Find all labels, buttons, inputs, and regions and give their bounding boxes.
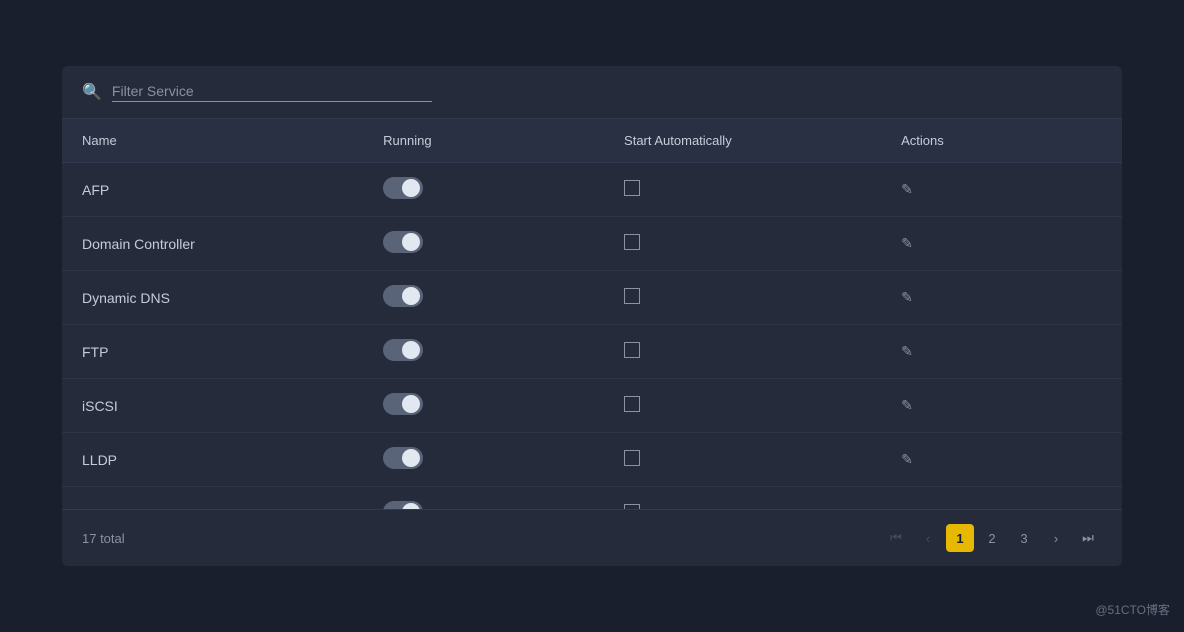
service-running-cell bbox=[363, 217, 604, 271]
toggle-thumb bbox=[402, 395, 420, 413]
service-name-cell: Domain Controller bbox=[62, 217, 363, 271]
running-toggle[interactable] bbox=[383, 231, 423, 253]
start-auto-checkbox[interactable] bbox=[624, 504, 640, 509]
start-auto-checkbox[interactable] bbox=[624, 396, 640, 412]
service-actions-cell: ✎ bbox=[881, 433, 1122, 487]
search-underline bbox=[112, 101, 432, 102]
table-row: FTP ✎ bbox=[62, 325, 1122, 379]
table-wrapper: Name Running Start Automatically Actions… bbox=[62, 119, 1122, 509]
service-start-auto-cell bbox=[604, 487, 881, 510]
edit-icon[interactable]: ✎ bbox=[901, 235, 913, 251]
edit-icon[interactable]: ✎ bbox=[901, 343, 913, 359]
service-actions-cell bbox=[881, 487, 1122, 510]
page-3-button[interactable]: 3 bbox=[1010, 524, 1038, 552]
service-name-cell: LLDP bbox=[62, 433, 363, 487]
service-actions-cell: ✎ bbox=[881, 217, 1122, 271]
service-name-cell: AFP bbox=[62, 163, 363, 217]
toggle-thumb bbox=[402, 179, 420, 197]
search-icon: 🔍 bbox=[82, 82, 102, 102]
table-row: Dynamic DNS ✎ bbox=[62, 271, 1122, 325]
page-2-button[interactable]: 2 bbox=[978, 524, 1006, 552]
service-start-auto-cell bbox=[604, 271, 881, 325]
service-running-cell bbox=[363, 379, 604, 433]
edit-icon[interactable]: ✎ bbox=[901, 181, 913, 197]
toggle-track bbox=[383, 177, 423, 199]
table-footer: 17 total ⏮ ‹ 1 2 3 › ⏭ bbox=[62, 509, 1122, 566]
running-toggle[interactable] bbox=[383, 339, 423, 361]
toggle-track bbox=[383, 393, 423, 415]
header-start-auto: Start Automatically bbox=[604, 119, 881, 163]
services-panel: 🔍 Name Running Start Automatically Actio… bbox=[62, 66, 1122, 566]
toggle-thumb bbox=[402, 341, 420, 359]
service-name-cell: FTP bbox=[62, 325, 363, 379]
service-running-cell bbox=[363, 487, 604, 510]
start-auto-checkbox[interactable] bbox=[624, 180, 640, 196]
header-actions: Actions bbox=[881, 119, 1122, 163]
toggle-thumb bbox=[402, 287, 420, 305]
start-auto-checkbox[interactable] bbox=[624, 450, 640, 466]
service-start-auto-cell bbox=[604, 163, 881, 217]
service-start-auto-cell bbox=[604, 217, 881, 271]
service-name-cell: netdata bbox=[62, 487, 363, 510]
toggle-track bbox=[383, 339, 423, 361]
last-page-button[interactable]: ⏭ bbox=[1074, 524, 1102, 552]
services-table: Name Running Start Automatically Actions… bbox=[62, 119, 1122, 509]
header-running: Running bbox=[363, 119, 604, 163]
running-toggle[interactable] bbox=[383, 285, 423, 307]
service-start-auto-cell bbox=[604, 379, 881, 433]
service-actions-cell: ✎ bbox=[881, 271, 1122, 325]
service-actions-cell: ✎ bbox=[881, 379, 1122, 433]
service-start-auto-cell bbox=[604, 433, 881, 487]
service-actions-cell: ✎ bbox=[881, 325, 1122, 379]
search-bar: 🔍 bbox=[62, 66, 1122, 119]
service-name-cell: Dynamic DNS bbox=[62, 271, 363, 325]
page-1-button[interactable]: 1 bbox=[946, 524, 974, 552]
toggle-thumb bbox=[402, 449, 420, 467]
service-start-auto-cell bbox=[604, 325, 881, 379]
header-name: Name bbox=[62, 119, 363, 163]
table-row: LLDP ✎ bbox=[62, 433, 1122, 487]
service-running-cell bbox=[363, 271, 604, 325]
watermark: @51CTO博客 bbox=[1095, 601, 1170, 618]
service-running-cell bbox=[363, 433, 604, 487]
service-running-cell bbox=[363, 163, 604, 217]
total-count: 17 total bbox=[82, 531, 125, 546]
next-page-button[interactable]: › bbox=[1042, 524, 1070, 552]
toggle-thumb bbox=[402, 503, 420, 509]
service-name-cell: iSCSI bbox=[62, 379, 363, 433]
table-row: netdata bbox=[62, 487, 1122, 510]
toggle-track bbox=[383, 231, 423, 253]
toggle-track bbox=[383, 501, 423, 509]
search-input[interactable] bbox=[112, 83, 412, 99]
prev-page-button[interactable]: ‹ bbox=[914, 524, 942, 552]
toggle-track bbox=[383, 447, 423, 469]
first-page-button[interactable]: ⏮ bbox=[882, 524, 910, 552]
running-toggle[interactable] bbox=[383, 501, 423, 509]
edit-icon[interactable]: ✎ bbox=[901, 451, 913, 467]
start-auto-checkbox[interactable] bbox=[624, 234, 640, 250]
running-toggle[interactable] bbox=[383, 447, 423, 469]
toggle-track bbox=[383, 285, 423, 307]
edit-icon[interactable]: ✎ bbox=[901, 289, 913, 305]
running-toggle[interactable] bbox=[383, 393, 423, 415]
running-toggle[interactable] bbox=[383, 177, 423, 199]
service-actions-cell: ✎ bbox=[881, 163, 1122, 217]
table-header-row: Name Running Start Automatically Actions bbox=[62, 119, 1122, 163]
pagination: ⏮ ‹ 1 2 3 › ⏭ bbox=[882, 524, 1102, 552]
start-auto-checkbox[interactable] bbox=[624, 288, 640, 304]
service-running-cell bbox=[363, 325, 604, 379]
toggle-thumb bbox=[402, 233, 420, 251]
table-row: Domain Controller ✎ bbox=[62, 217, 1122, 271]
table-row: AFP ✎ bbox=[62, 163, 1122, 217]
start-auto-checkbox[interactable] bbox=[624, 342, 640, 358]
edit-icon[interactable]: ✎ bbox=[901, 397, 913, 413]
table-row: iSCSI ✎ bbox=[62, 379, 1122, 433]
